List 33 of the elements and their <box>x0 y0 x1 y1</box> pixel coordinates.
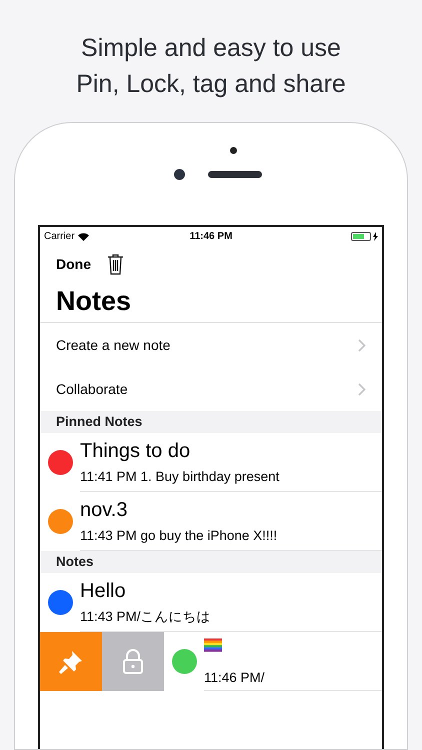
note-subtitle: 11:43 PM/こんにちは <box>80 608 212 626</box>
section-header: Notes <box>40 551 382 573</box>
status-time: 11:46 PM <box>190 230 232 244</box>
done-button[interactable]: Done <box>56 254 91 274</box>
wifi-icon <box>78 232 89 240</box>
trash-icon[interactable] <box>107 253 124 275</box>
note-row[interactable]: 11:46 PM/ <box>40 632 382 691</box>
headline-text: Pin, Lock, tag and share <box>76 69 346 100</box>
note-subtitle: 11:46 PM/ <box>204 668 266 686</box>
note-subtitle: 11:41 PM 1. Buy birthday present <box>80 468 280 486</box>
sensor-icon <box>230 147 237 154</box>
menu-row[interactable]: Collaborate <box>40 367 382 411</box>
carrier-label: Carrier <box>44 230 75 244</box>
lock-icon <box>122 648 144 674</box>
headline-text: Simple and easy to use <box>81 33 341 64</box>
note-subtitle: 11:43 PM go buy the iPhone X!!!! <box>80 526 278 544</box>
lock-button[interactable] <box>102 632 164 691</box>
note-title: Hello <box>80 578 127 602</box>
note-title: nov.3 <box>80 498 128 522</box>
page-title: Notes <box>40 282 382 323</box>
battery-icon <box>351 232 371 241</box>
speaker-grille <box>208 171 262 178</box>
menu-label: Collaborate <box>56 380 129 398</box>
camera-icon <box>174 169 185 180</box>
section-header: Pinned Notes <box>40 411 382 433</box>
charging-icon <box>373 232 378 241</box>
menu-row[interactable]: Create a new note <box>40 323 382 367</box>
menu-label: Create a new note <box>56 336 172 354</box>
pin-button[interactable] <box>40 632 102 691</box>
rainbow-flag-icon <box>204 638 222 652</box>
chevron-icon <box>358 338 366 352</box>
chevron-icon <box>358 382 366 396</box>
note-title: Things to do <box>80 438 192 462</box>
